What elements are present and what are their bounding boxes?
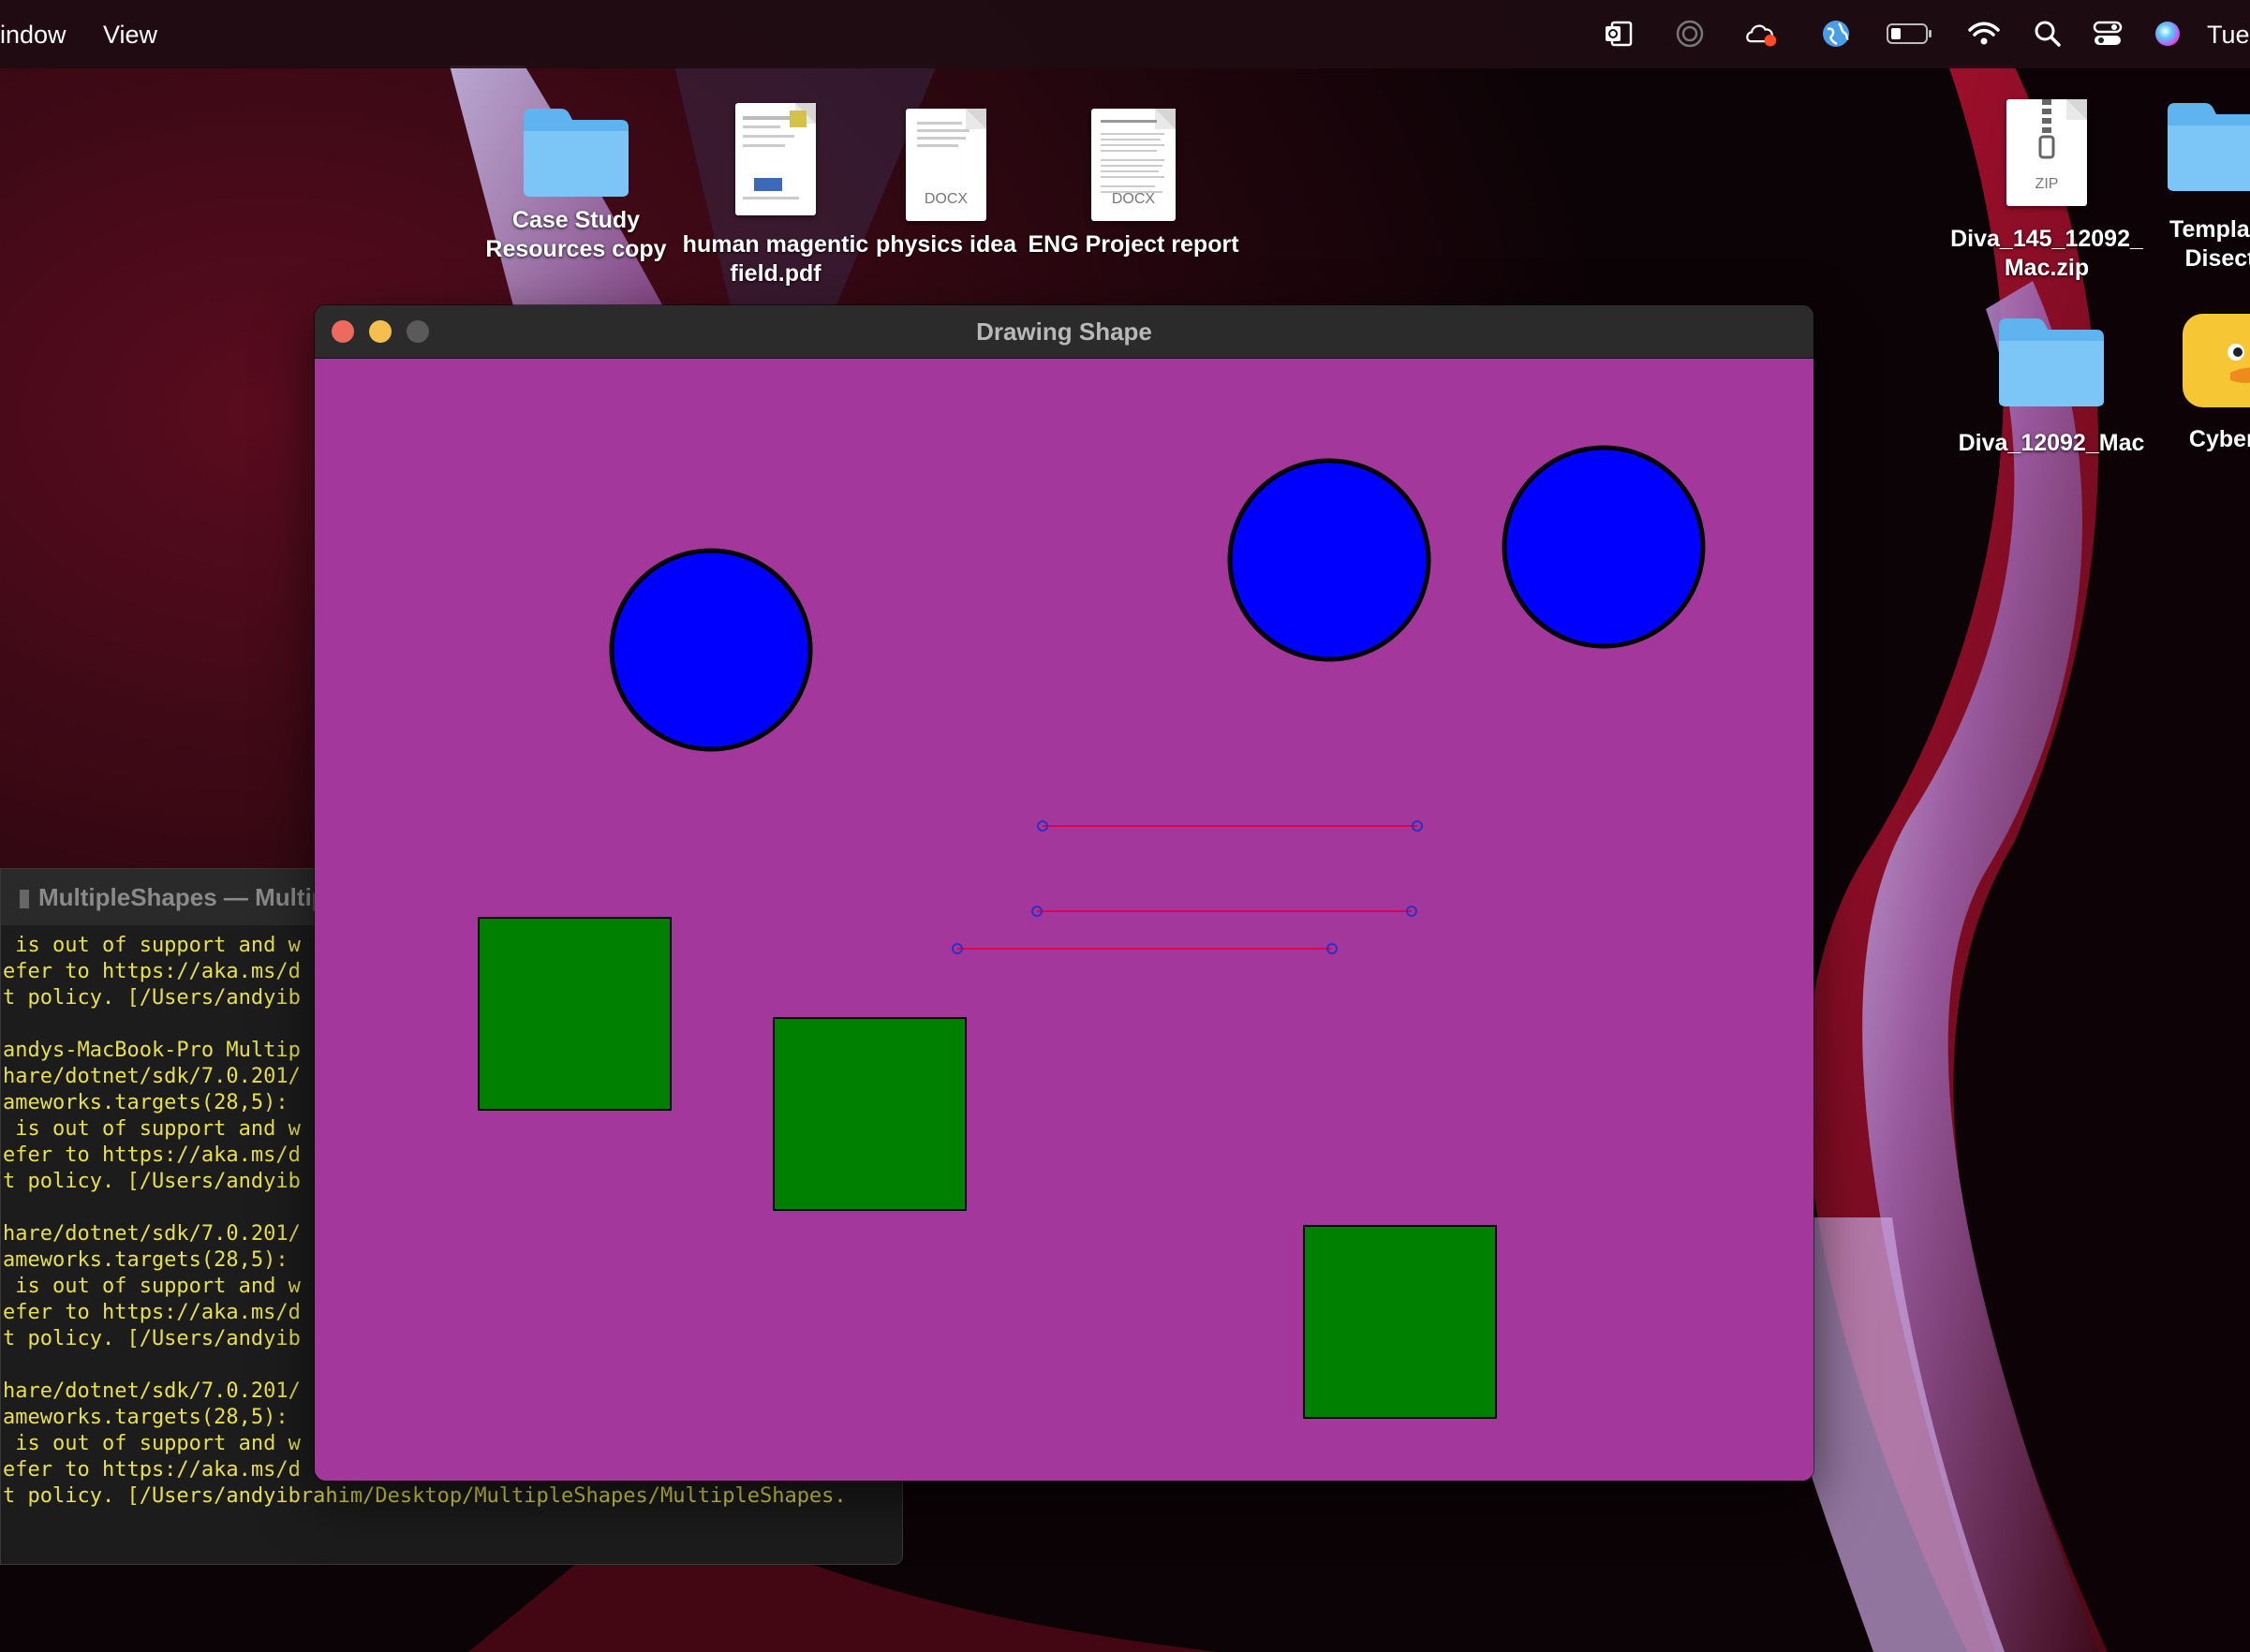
pdf-file-icon [735, 103, 816, 215]
desktop-icon-label: Diva_12092_Mac [1958, 430, 2145, 456]
creative-cloud-icon[interactable] [1744, 17, 1778, 51]
desktop-icon-zip[interactable]: ZIP Diva_145_12092_ Mac.zip [1939, 99, 2154, 283]
menu-view[interactable]: View [103, 21, 157, 50]
terminal-line: t policy. [/Users/andyibrahim/Desktop/Mu… [3, 1484, 847, 1508]
docx-file-icon: DOCX [1091, 109, 1176, 221]
desktop-icon-physics-idea[interactable]: DOCX physics idea [871, 109, 1021, 259]
file-extension-label: DOCX [1111, 191, 1156, 207]
globe-icon[interactable] [1819, 17, 1853, 51]
desktop-icon-cyberduck[interactable]: Cyberd [2154, 309, 2250, 454]
drawing-canvas[interactable] [315, 359, 1813, 1481]
menubar-clock[interactable]: Tue [2207, 21, 2250, 50]
file-extension-label: ZIP [2035, 176, 2059, 192]
control-center-icon[interactable] [2091, 17, 2124, 51]
desktop-icon-pdf[interactable]: human magentic field.pdf [673, 103, 879, 288]
desktop-icon-label: Case Study Resources copy [485, 207, 667, 262]
circle-shape[interactable] [1227, 458, 1431, 662]
desktop-icon-label: human magentic field.pdf [682, 231, 869, 287]
wifi-icon[interactable] [1967, 17, 2001, 51]
desktop-icon-template-folder[interactable]: Template Disect [2145, 97, 2250, 273]
spotlight-search-icon[interactable] [2031, 17, 2065, 51]
desktop-icon-label: Template Disect [2169, 216, 2250, 272]
drawing-shape-window[interactable]: Drawing Shape [315, 305, 1813, 1481]
window-titlebar[interactable]: Drawing Shape [315, 305, 1813, 359]
docx-file-icon: DOCX [906, 109, 986, 221]
desktop-icon-label: physics idea [875, 231, 1017, 258]
battery-icon[interactable] [1885, 17, 1935, 51]
folder-icon [520, 103, 632, 200]
cyberduck-app-icon [2178, 309, 2250, 412]
desktop-icon-diva-folder[interactable]: Diva_12092_Mac [1939, 313, 2164, 458]
folder-icon [1995, 313, 2108, 410]
window-title: Drawing Shape [976, 317, 1152, 346]
desktop-icon-case-study-folder[interactable]: Case Study Resources copy [468, 103, 684, 264]
zip-file-icon: ZIP [2006, 99, 2087, 206]
circle-shape[interactable] [609, 548, 813, 752]
file-extension-label: DOCX [924, 191, 969, 207]
desktop-icon-label: ENG Project report [1028, 231, 1239, 258]
siri-icon[interactable] [2151, 17, 2184, 51]
folder-icon [2164, 97, 2250, 195]
menu-window[interactable]: indow [0, 21, 67, 50]
outlook-icon[interactable] [1602, 17, 1636, 51]
rectangle-shape[interactable] [773, 1017, 967, 1211]
circle-shape[interactable] [1502, 445, 1706, 649]
desktop-icon-label: Cyberd [2188, 426, 2250, 452]
terminal-icon [20, 890, 29, 909]
desktop-icon-eng-project-report[interactable]: DOCX ENG Project report [1021, 109, 1246, 259]
desktop-icon-label: Diva_145_12092_ Mac.zip [1950, 226, 2143, 281]
rectangle-shape[interactable] [478, 917, 672, 1111]
activity-icon[interactable] [1673, 17, 1707, 51]
menu-bar: indow View Tue [0, 0, 2250, 68]
rectangle-shape[interactable] [1303, 1225, 1497, 1419]
